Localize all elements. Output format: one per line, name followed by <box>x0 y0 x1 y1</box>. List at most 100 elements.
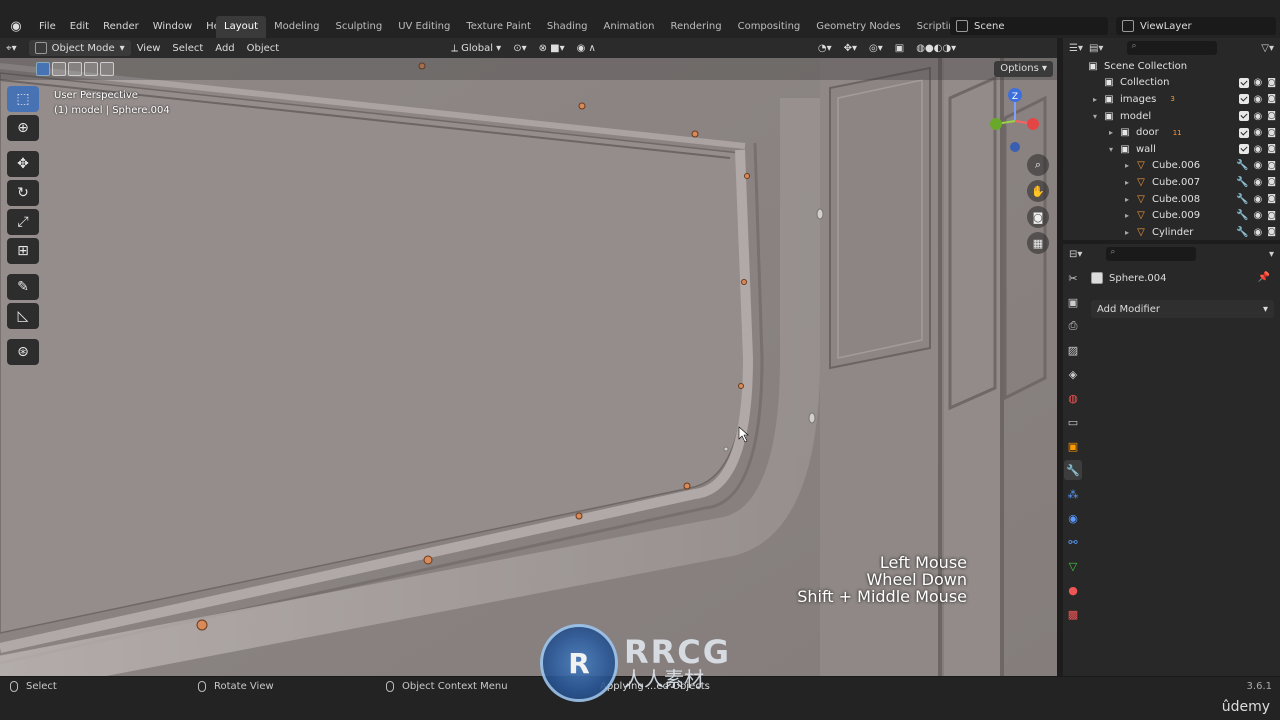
render-camera-icon[interactable]: ◙ <box>1267 177 1276 187</box>
tab-uv-editing[interactable]: UV Editing <box>390 16 458 38</box>
select-box-icon[interactable]: ⬚ <box>7 86 39 112</box>
zoom-icon[interactable]: ⌕ <box>1027 154 1049 176</box>
rotate-icon[interactable]: ↻ <box>7 180 39 206</box>
menu-window[interactable]: Window <box>146 16 199 38</box>
menu-add[interactable]: Add <box>209 40 240 56</box>
modifier-tab-icon[interactable]: 🔧 <box>1064 460 1082 480</box>
exclude-checkbox[interactable] <box>1238 77 1249 88</box>
constraints-tab-icon[interactable]: ⚯ <box>1064 532 1082 552</box>
view-layer-tab-icon[interactable]: ▨ <box>1064 340 1082 360</box>
tab-geometry-nodes[interactable]: Geometry Nodes <box>808 16 908 38</box>
tab-sculpting[interactable]: Sculpting <box>328 16 391 38</box>
collapse-arrow-icon[interactable]: ▸ <box>1125 228 1135 237</box>
select-extend-icon[interactable] <box>52 62 66 76</box>
options-button[interactable]: Options ▾ <box>994 61 1053 77</box>
collection-tab-icon[interactable]: ▭ <box>1064 412 1082 432</box>
data-tab-icon[interactable]: ▽ <box>1064 556 1082 576</box>
render-tab-icon[interactable]: ▣ <box>1064 292 1082 312</box>
gizmo-toggle-icon[interactable]: ✥▾ <box>838 40 863 56</box>
tab-rendering[interactable]: Rendering <box>663 16 730 38</box>
outliner-row[interactable]: ▣ Scene Collection <box>1063 58 1280 75</box>
render-camera-icon[interactable]: ◙ <box>1267 144 1276 154</box>
annotate-icon[interactable]: ✎ <box>7 274 39 300</box>
outliner-row[interactable]: ▾ ▣ model ◉ ◙ <box>1063 108 1280 125</box>
select-subtract-icon[interactable] <box>68 62 82 76</box>
eye-icon[interactable]: ◉ <box>1254 127 1263 138</box>
material-tab-icon[interactable]: ● <box>1064 580 1082 600</box>
object-tab-icon[interactable]: ▣ <box>1064 436 1082 456</box>
eye-icon[interactable]: ◉ <box>1254 194 1263 205</box>
expanded-arrow-icon[interactable]: ▾ <box>1093 112 1103 121</box>
expanded-arrow-icon[interactable]: ▾ <box>1109 145 1119 154</box>
tab-texture-paint[interactable]: Texture Paint <box>458 16 539 38</box>
shading-modes-icon[interactable]: ◍●◐◑▾ <box>910 40 962 56</box>
render-camera-icon[interactable]: ◙ <box>1267 211 1276 221</box>
exclude-checkbox[interactable] <box>1238 94 1249 105</box>
render-camera-icon[interactable]: ◙ <box>1267 128 1276 138</box>
render-camera-icon[interactable]: ◙ <box>1267 111 1276 121</box>
outliner-row[interactable]: ▸ ▽ Cylinder 🔧 ◉ ◙ <box>1063 224 1280 241</box>
pivot-icon[interactable]: ⊙▾ <box>507 40 532 56</box>
eye-icon[interactable]: ◉ <box>1254 227 1263 238</box>
outliner-row[interactable]: ▸ ▽ Cube.006 🔧 ◉ ◙ <box>1063 158 1280 175</box>
scale-icon[interactable]: ⤢ <box>7 209 39 235</box>
particles-tab-icon[interactable]: ⁂ <box>1064 484 1082 504</box>
menu-select[interactable]: Select <box>166 40 209 56</box>
render-camera-icon[interactable]: ◙ <box>1267 161 1276 171</box>
menu-render[interactable]: Render <box>96 16 146 38</box>
menu-file[interactable]: File <box>32 16 63 38</box>
select-new-icon[interactable] <box>36 62 50 76</box>
collapse-arrow-icon[interactable]: ▸ <box>1109 128 1119 137</box>
menu-object[interactable]: Object <box>241 40 286 56</box>
output-tab-icon[interactable]: ⎙ <box>1064 316 1082 336</box>
eye-icon[interactable]: ◉ <box>1254 210 1263 221</box>
editor-type-icon[interactable]: ⌖▾ <box>0 40 23 56</box>
tab-compositing[interactable]: Compositing <box>730 16 809 38</box>
exclude-checkbox[interactable] <box>1238 127 1249 138</box>
eye-icon[interactable]: ◉ <box>1254 94 1263 105</box>
outliner-row[interactable]: ▸ ▽ Cube.009 🔧 ◉ ◙ <box>1063 207 1280 224</box>
tab-animation[interactable]: Animation <box>596 16 663 38</box>
outliner-search-input[interactable]: ⌕ <box>1127 41 1218 55</box>
cursor-icon[interactable]: ⊕ <box>7 115 39 141</box>
eye-icon[interactable]: ◉ <box>1254 111 1263 122</box>
visibility-icon[interactable]: ◔▾ <box>812 40 838 56</box>
eye-icon[interactable]: ◉ <box>1254 160 1263 171</box>
move-icon[interactable]: ✥ <box>7 151 39 177</box>
render-camera-icon[interactable]: ◙ <box>1267 78 1276 88</box>
scene-selector[interactable]: Scene <box>950 17 1108 35</box>
snap-icon[interactable]: ⊗ ■▾ <box>533 40 571 56</box>
render-camera-icon[interactable]: ◙ <box>1267 227 1276 237</box>
eye-icon[interactable]: ◉ <box>1254 144 1263 155</box>
add-modifier-button[interactable]: Add Modifier ▾ <box>1091 300 1274 318</box>
measure-icon[interactable]: ◺ <box>7 303 39 329</box>
exclude-checkbox[interactable] <box>1238 111 1249 122</box>
eye-icon[interactable]: ◉ <box>1254 177 1263 188</box>
tab-shading[interactable]: Shading <box>539 16 596 38</box>
transform-orientation-select[interactable]: ⟂ Global ▾ <box>445 40 507 56</box>
pan-hand-icon[interactable]: ✋ <box>1027 180 1049 202</box>
filter-icon[interactable]: ▽▾ <box>1261 43 1274 54</box>
exclude-checkbox[interactable] <box>1238 144 1249 155</box>
collapse-arrow-icon[interactable]: ▸ <box>1125 211 1135 220</box>
view-layer-selector[interactable]: ViewLayer <box>1116 17 1276 35</box>
mode-select[interactable]: Object Mode ▾ <box>28 40 131 56</box>
world-tab-icon[interactable]: ◍ <box>1064 388 1082 408</box>
collapse-arrow-icon[interactable]: ▸ <box>1125 161 1135 170</box>
outliner-row[interactable]: ▸ ▽ Cube.008 🔧 ◉ ◙ <box>1063 191 1280 208</box>
add-cube-icon[interactable]: ⊛ <box>7 339 39 365</box>
menu-view[interactable]: View <box>131 40 167 56</box>
properties-search-input[interactable]: ⌕ <box>1106 247 1197 261</box>
proportional-edit-icon[interactable]: ◉ ∧ <box>571 40 602 56</box>
overlay-toggle-icon[interactable]: ◎▾ <box>863 40 889 56</box>
outliner-row[interactable]: ▸ ▣ images 3 ◉ ◙ <box>1063 91 1280 108</box>
select-intersect-icon[interactable] <box>100 62 114 76</box>
display-mode-icon[interactable]: ▤▾ <box>1089 43 1103 54</box>
tab-modeling[interactable]: Modeling <box>266 16 328 38</box>
outliner-row[interactable]: ▣ Collection ◉ ◙ <box>1063 75 1280 92</box>
ortho-grid-icon[interactable]: ▦ <box>1027 232 1049 254</box>
outliner-row[interactable]: ▸ ▣ door 11 ◉ ◙ <box>1063 124 1280 141</box>
eye-icon[interactable]: ◉ <box>1254 77 1263 88</box>
texture-tab-icon[interactable]: ▩ <box>1064 604 1082 624</box>
select-invert-icon[interactable] <box>84 62 98 76</box>
